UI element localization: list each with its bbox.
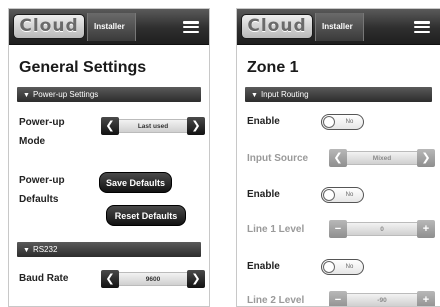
line-2-level-stepper: − -90 +: [329, 291, 435, 306]
hamburger-icon[interactable]: [414, 21, 430, 33]
input-source-value: Mixed: [347, 151, 417, 165]
label-line: Mode: [19, 136, 46, 147]
page-title: Zone 1: [247, 59, 299, 76]
label-line: Defaults: [19, 194, 59, 205]
baud-rate-stepper: ❮ 9600 ❯: [101, 270, 205, 288]
enable-label: Enable: [247, 189, 280, 200]
power-up-mode-value: Last used: [119, 119, 187, 133]
cloud-logo: Cloud: [241, 14, 313, 39]
page-title: General Settings: [19, 59, 147, 76]
section-header-input-routing[interactable]: ▼ Input Routing: [245, 87, 432, 102]
installer-tab[interactable]: Installer: [87, 13, 136, 41]
chevron-down-icon: ▼: [251, 92, 258, 99]
cloud-logo: Cloud: [13, 14, 85, 39]
toggle-state: No: [345, 264, 354, 270]
plus-icon[interactable]: +: [417, 220, 435, 238]
line-1-level-value: 0: [347, 222, 417, 236]
zone-1-screen: Cloud Installer Zone 1 ▼ Input Routing En…: [236, 8, 440, 307]
plus-icon[interactable]: +: [417, 291, 435, 306]
enable-label: Enable: [247, 261, 280, 272]
minus-icon[interactable]: −: [329, 220, 347, 238]
section-header-power-up[interactable]: ▼ Power-up Settings: [17, 87, 201, 102]
toggle-knob: [323, 116, 335, 128]
section-label: Input Routing: [260, 90, 309, 99]
section-label: RS232: [32, 245, 58, 254]
line-1-level-label: Line 1 Level: [247, 224, 305, 235]
enable-toggle[interactable]: No: [321, 259, 364, 275]
power-up-mode-stepper: ❮ Last used ❯: [101, 117, 205, 135]
toggle-knob: [323, 189, 335, 201]
input-source-stepper: ❮ Mixed ❯: [329, 149, 435, 167]
input-source-label: Input Source: [247, 153, 309, 164]
line-1-level-stepper: − 0 +: [329, 220, 435, 238]
toggle-knob: [323, 261, 335, 273]
reset-defaults-button[interactable]: Reset Defaults: [106, 205, 186, 226]
top-bar: Cloud Installer: [9, 9, 209, 45]
baud-rate-label: Baud Rate: [19, 273, 69, 284]
section-header-rs232[interactable]: ▼ RS232: [17, 242, 201, 257]
chevron-right-icon[interactable]: ❯: [187, 270, 205, 288]
section-label: Power-up Settings: [32, 90, 99, 99]
enable-label: Enable: [247, 116, 280, 127]
save-defaults-button[interactable]: Save Defaults: [99, 172, 172, 193]
chevron-right-icon[interactable]: ❯: [417, 149, 435, 167]
general-settings-screen: Cloud Installer General Settings ▼ Power-…: [8, 8, 210, 307]
chevron-left-icon[interactable]: ❮: [329, 149, 347, 167]
enable-toggle[interactable]: No: [321, 187, 364, 203]
chevron-right-icon[interactable]: ❯: [187, 117, 205, 135]
enable-toggle[interactable]: No: [321, 114, 364, 130]
label-line: Power-up: [19, 175, 65, 186]
line-2-level-label: Line 2 Level: [247, 295, 305, 306]
baud-rate-value: 9600: [119, 272, 187, 286]
chevron-left-icon[interactable]: ❮: [101, 270, 119, 288]
power-up-defaults-label: Power-up Defaults: [19, 171, 65, 209]
chevron-left-icon[interactable]: ❮: [101, 117, 119, 135]
toggle-state: No: [345, 119, 354, 125]
toggle-state: No: [345, 192, 354, 198]
top-bar: Cloud Installer: [237, 9, 440, 45]
minus-icon[interactable]: −: [329, 291, 347, 306]
installer-tab[interactable]: Installer: [315, 13, 364, 41]
line-2-level-value: -90: [347, 293, 417, 306]
label-line: Power-up: [19, 117, 65, 128]
chevron-down-icon: ▼: [23, 92, 30, 99]
chevron-down-icon: ▼: [23, 247, 30, 254]
power-up-mode-label: Power-up Mode: [19, 113, 65, 151]
hamburger-icon[interactable]: [183, 21, 199, 33]
